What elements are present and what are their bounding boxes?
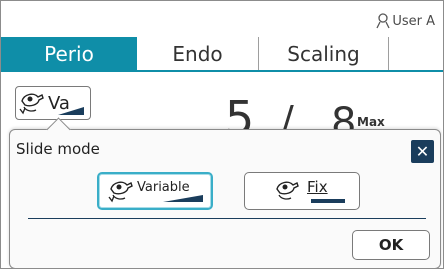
tab-endo[interactable]: Endo <box>137 37 259 70</box>
screen: User A Perio Endo Scaling Va 5 / 8 Max S… <box>0 0 444 269</box>
max-label: Max <box>357 115 385 129</box>
variable-wedge-icon <box>58 107 84 115</box>
tab-empty <box>389 37 443 70</box>
close-icon: ✕ <box>415 142 430 161</box>
dialog-divider <box>28 218 426 219</box>
tab-perio[interactable]: Perio <box>1 37 137 70</box>
user-indicator[interactable]: User A <box>376 13 435 29</box>
fix-bar-icon <box>311 199 345 203</box>
option-fix-label: Fix <box>307 178 328 196</box>
user-name: User A <box>392 13 435 29</box>
handpiece-icon <box>19 93 44 115</box>
ok-button[interactable]: OK <box>352 230 430 260</box>
handpiece-icon <box>276 181 299 200</box>
user-icon <box>376 13 390 29</box>
handpiece-icon <box>108 181 133 203</box>
option-fix[interactable]: Fix <box>244 172 360 210</box>
slide-mode-button[interactable]: Va <box>15 86 91 120</box>
tab-bar: Perio Endo Scaling <box>1 37 443 72</box>
option-variable[interactable]: Variable <box>97 172 213 210</box>
close-button[interactable]: ✕ <box>411 140 434 163</box>
variable-wedge-icon <box>163 195 203 202</box>
slide-mode-dialog: Slide mode ✕ Variable Fix OK <box>9 117 441 268</box>
tab-scaling[interactable]: Scaling <box>259 37 389 70</box>
option-variable-label: Variable <box>137 179 190 195</box>
dialog-pointer <box>46 117 71 142</box>
dialog-title: Slide mode <box>16 140 100 158</box>
